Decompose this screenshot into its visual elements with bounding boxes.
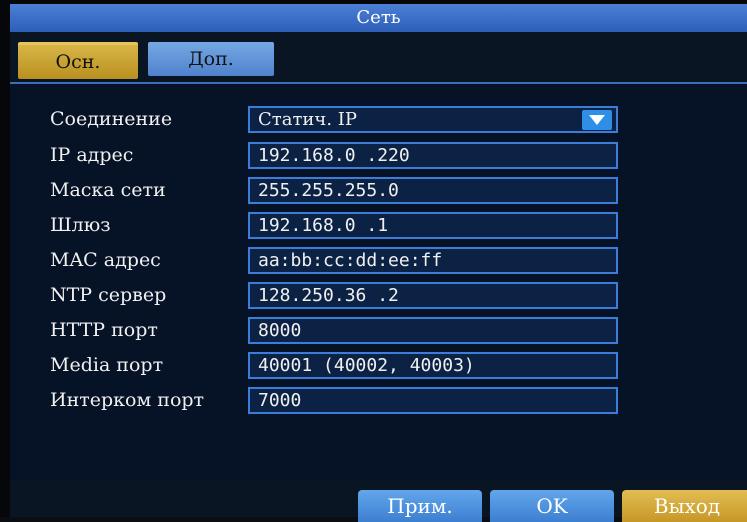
intercom-port-label: Интерком порт <box>50 389 205 411</box>
ip-address-label: IP адрес <box>50 144 134 166</box>
ntp-server-field[interactable]: 128.250.36 .2 <box>248 282 618 309</box>
form-row-http-port: HTTP порт 8000 <box>10 317 747 344</box>
ip-address-field[interactable]: 192.168.0 .220 <box>248 142 618 169</box>
ntp-server-label: NTP сервер <box>50 284 167 306</box>
media-port-field[interactable]: 40001 (40002, 40003) <box>248 352 618 379</box>
action-bar: Прим. OK Выход <box>10 480 747 522</box>
connection-select[interactable]: Статич. IP <box>248 106 618 133</box>
ok-button[interactable]: OK <box>490 490 614 522</box>
exit-button[interactable]: Выход <box>622 490 747 522</box>
form-row-netmask: Маска сети 255.255.255.0 <box>10 177 747 204</box>
netmask-field[interactable]: 255.255.255.0 <box>248 177 618 204</box>
intercom-port-field[interactable]: 7000 <box>248 387 618 414</box>
gateway-label: Шлюз <box>50 214 111 236</box>
window-title: Сеть <box>10 4 747 32</box>
network-settings-panel: Соединение Статич. IP IP адрес 192.168.0… <box>10 82 747 482</box>
form-row-connection: Соединение Статич. IP <box>10 106 747 133</box>
mac-address-field[interactable]: aa:bb:cc:dd:ee:ff <box>248 247 618 274</box>
gateway-field[interactable]: 192.168.0 .1 <box>248 212 618 239</box>
http-port-label: HTTP порт <box>50 319 158 341</box>
form-row-intercom-port: Интерком порт 7000 <box>10 387 747 414</box>
form-row-gateway: Шлюз 192.168.0 .1 <box>10 212 747 239</box>
tab-basic[interactable]: Осн. <box>18 42 138 79</box>
form-row-media-port: Media порт 40001 (40002, 40003) <box>10 352 747 379</box>
media-port-label: Media порт <box>50 354 164 376</box>
form-row-ntp: NTP сервер 128.250.36 .2 <box>10 282 747 309</box>
form-row-ip: IP адрес 192.168.0 .220 <box>10 142 747 169</box>
mac-address-label: MAC адрес <box>50 249 161 271</box>
dvr-screen: Сеть Осн. Доп. Соединение Статич. IP IP … <box>0 0 747 522</box>
apply-button[interactable]: Прим. <box>358 490 482 522</box>
netmask-label: Маска сети <box>50 179 166 201</box>
connection-label: Соединение <box>50 108 173 130</box>
tab-extra[interactable]: Доп. <box>148 42 274 76</box>
tab-strip: Осн. Доп. <box>10 32 747 82</box>
form-row-mac: MAC адрес aa:bb:cc:dd:ee:ff <box>10 247 747 274</box>
connection-select-value: Статич. IP <box>258 109 357 130</box>
chevron-down-icon[interactable] <box>582 110 612 130</box>
http-port-field[interactable]: 8000 <box>248 317 618 344</box>
